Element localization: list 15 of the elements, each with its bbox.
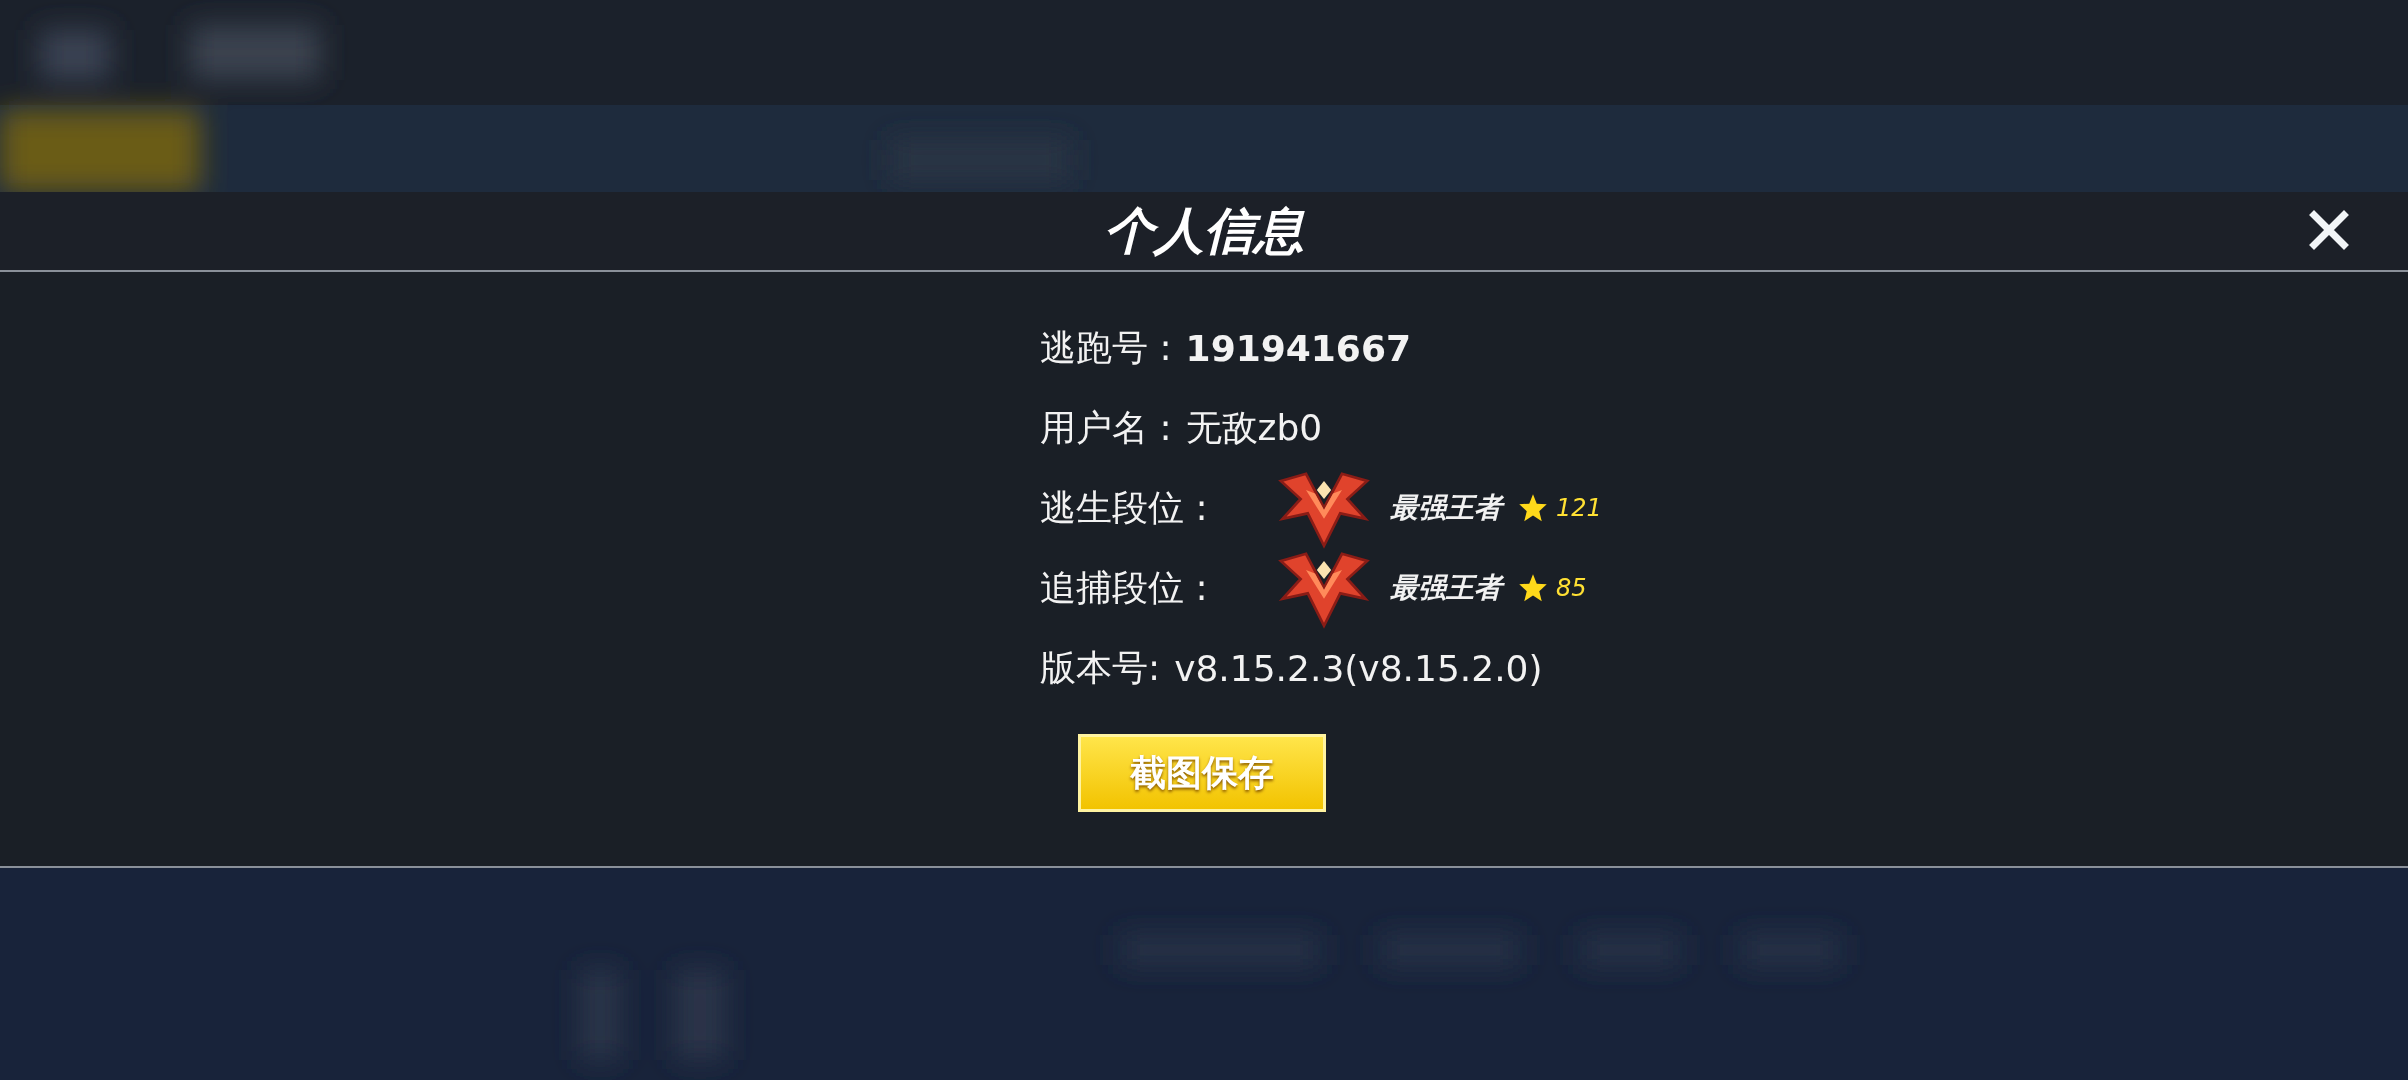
star-count: 121	[1556, 494, 1602, 522]
version-number: v8.15.2.3(v8.15.2.0)	[1174, 647, 1543, 689]
field-label: 追捕段位 :	[1040, 565, 1209, 610]
field-label: 逃生段位 :	[1040, 485, 1209, 530]
username: 无敌zb0	[1185, 405, 1323, 450]
close-icon[interactable]	[2309, 210, 2349, 250]
field-label: 版本号:	[1040, 645, 1161, 690]
player-id: 191941667	[1185, 327, 1412, 369]
star-icon	[1518, 573, 1548, 603]
star-count: 85	[1556, 574, 1587, 602]
star-icon	[1518, 493, 1548, 523]
field-label: 用户名 :	[1040, 405, 1172, 450]
screenshot-save-button[interactable]: 截图保存	[1078, 734, 1326, 812]
dialog-title: 个人信息	[1104, 200, 1304, 262]
field-label: 逃跑号 :	[1040, 325, 1172, 370]
